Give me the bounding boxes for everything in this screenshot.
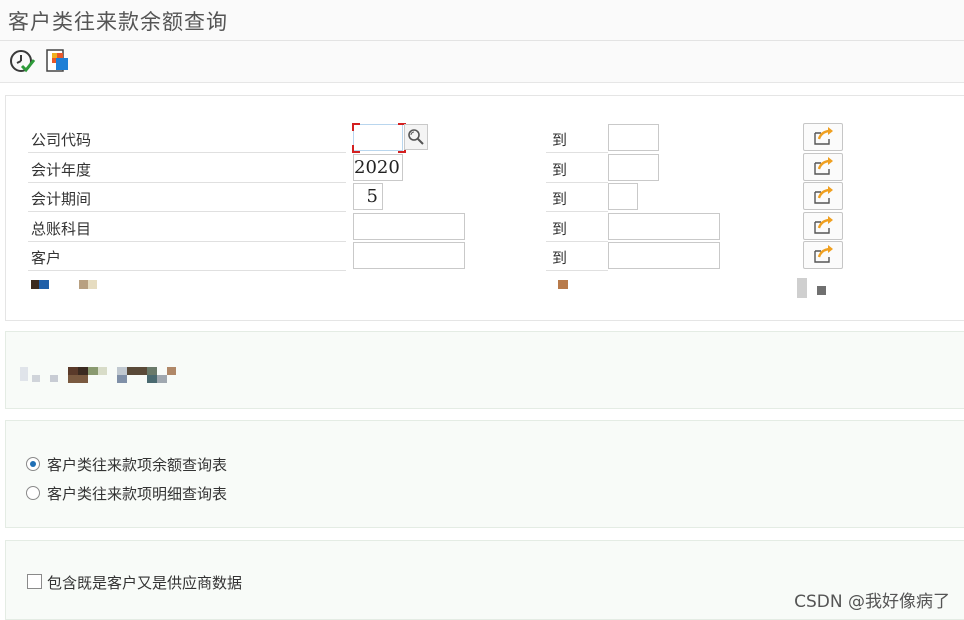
pixelated-block <box>79 280 88 289</box>
multiple-selection-button[interactable] <box>803 241 843 269</box>
to-label: 到 <box>552 190 568 208</box>
row-obscured <box>6 272 964 302</box>
pixelated-block <box>797 278 807 298</box>
customer-to-input[interactable] <box>608 242 720 269</box>
row-fiscal-year: 会计年度 2020 到 <box>6 153 964 183</box>
multiple-selection-button[interactable] <box>803 212 843 240</box>
watermark: CSDN @我好像病了 <box>794 592 950 612</box>
radio-button[interactable] <box>26 457 40 471</box>
pixelated-block <box>558 280 568 289</box>
company-code-from-input[interactable] <box>353 124 403 151</box>
fiscal-year-label: 会计年度 <box>31 161 92 179</box>
title-bar: 客户类往来款余额查询 <box>0 0 964 41</box>
company-code-label: 公司代码 <box>31 131 92 149</box>
posting-period-to-input[interactable] <box>608 183 638 210</box>
pixelated-block <box>39 280 49 289</box>
multiple-selection-button[interactable] <box>803 123 843 151</box>
row-customer: 客户 到 <box>6 241 964 271</box>
get-variant-icon[interactable] <box>44 47 72 75</box>
radio-balance-label: 客户类往来款项余额查询表 <box>47 456 228 474</box>
gl-account-label: 总账科目 <box>31 220 92 238</box>
fiscal-year-from-input[interactable]: 2020 <box>353 154 403 181</box>
obscured-section <box>5 331 964 409</box>
row-company-code: 公司代码 到 <box>6 123 964 153</box>
to-label: 到 <box>552 249 568 267</box>
customer-from-input[interactable] <box>353 242 465 269</box>
pixelated-block <box>31 280 39 289</box>
report-type-section: 客户类往来款项余额查询表 客户类往来款项明细查询表 <box>5 420 964 528</box>
gl-account-to-input[interactable] <box>608 213 720 240</box>
radio-button[interactable] <box>26 486 40 500</box>
gl-account-from-input[interactable] <box>353 213 465 240</box>
posting-period-from-input[interactable]: 5 <box>353 183 383 210</box>
to-label: 到 <box>552 161 568 179</box>
posting-period-label: 会计期间 <box>31 190 92 208</box>
include-vendor-checkbox[interactable] <box>27 574 42 589</box>
pixelated-block <box>817 286 826 295</box>
fiscal-year-to-input[interactable] <box>608 154 659 181</box>
to-label: 到 <box>552 131 568 149</box>
selection-criteria-section: 公司代码 到 会计年度 2020 到 会计期间 5 到 总账科目 到 客户 到 <box>5 95 964 321</box>
company-code-to-input[interactable] <box>608 124 659 151</box>
to-label: 到 <box>552 220 568 238</box>
pixelated-block <box>88 280 97 289</box>
include-vendor-label: 包含既是客户又是供应商数据 <box>47 574 243 592</box>
multiple-selection-button[interactable] <box>803 153 843 181</box>
page-title: 客户类往来款余额查询 <box>8 10 228 34</box>
radio-detail-label: 客户类往来款项明细查询表 <box>47 485 228 503</box>
execute-icon[interactable] <box>8 47 36 75</box>
row-posting-period: 会计期间 5 到 <box>6 182 964 212</box>
row-gl-account: 总账科目 到 <box>6 212 964 242</box>
customer-label: 客户 <box>31 249 62 267</box>
multiple-selection-button[interactable] <box>803 182 843 210</box>
search-help-icon[interactable] <box>404 124 428 150</box>
toolbar <box>0 41 964 83</box>
